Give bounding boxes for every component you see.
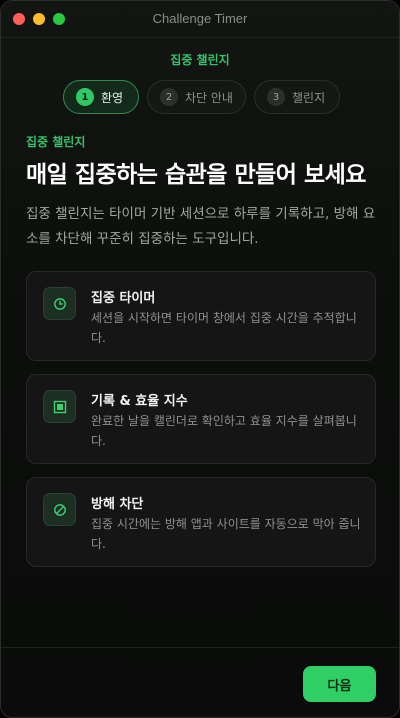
feature-card-record: 기록 & 효율 지수 완료한 날을 캘린더로 확인하고 효율 지수를 살펴봅니다… [26,374,376,464]
timer-icon [43,287,76,320]
footer-divider [1,647,399,648]
feature-title: 기록 & 효율 지수 [91,394,188,409]
step-number: 2 [160,88,178,106]
feature-text: 집중 시간에는 방해 앱과 사이트를 자동으로 막아 줍니다. [91,517,361,551]
window-title: Challenge Timer [152,11,248,26]
feature-title: 방해 차단 [91,497,144,512]
step-label: 차단 안내 [185,90,233,105]
title-bar: Challenge Timer [1,1,399,37]
feature-title: 집중 타이머 [91,291,156,306]
record-icon [43,390,76,423]
stepper: 1 환영 2 차단 안내 3 챌린지 [63,80,340,114]
next-button[interactable]: 다음 [303,666,376,702]
feature-text: 완료한 날을 캘린더로 확인하고 효율 지수를 살펴봅니다. [91,414,357,448]
app-window: Challenge Timer 집중 챌린지 1 환영 2 차단 안내 3 챌린… [0,0,400,718]
feature-text: 세션을 시작하면 타이머 창에서 집중 시간을 추적합니다. [91,311,357,345]
section-eyebrow: 집중 챌린지 [26,135,86,149]
feature-card-block: 방해 차단 집중 시간에는 방해 앱과 사이트를 자동으로 막아 줍니다. [26,477,376,567]
step-number: 3 [267,88,285,106]
step-challenge[interactable]: 3 챌린지 [254,80,340,114]
step-label: 환영 [101,90,124,105]
step-welcome[interactable]: 1 환영 [63,80,139,114]
header-divider [1,37,399,38]
step-number: 1 [76,88,94,106]
step-title: 집중 챌린지 [170,53,230,67]
step-label: 챌린지 [292,90,326,105]
feature-card-timer: 집중 타이머 세션을 시작하면 타이머 창에서 집중 시간을 추적합니다. [26,271,376,361]
page-headline: 매일 집중하는 습관을 만들어 보세요 [26,162,366,188]
step-blocking-guide[interactable]: 2 차단 안내 [147,80,246,114]
page-description: 집중 챌린지는 타이머 기반 세션으로 하루를 기록하고, 방해 요소를 차단해… [26,206,376,247]
block-icon [43,493,76,526]
